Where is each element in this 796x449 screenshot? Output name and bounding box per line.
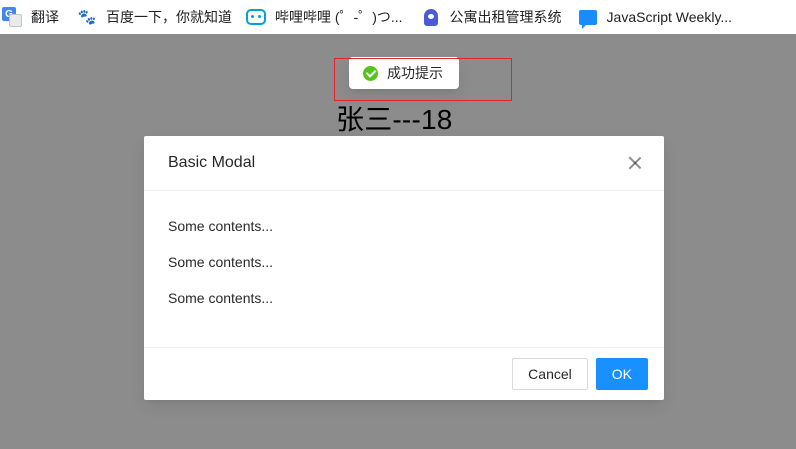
bookmark-javascript-weekly[interactable]: JavaScript Weekly... [578,3,741,31]
chat-bubble-icon [578,7,598,29]
close-icon[interactable] [624,152,646,174]
bookmark-baidu[interactable]: 🐾 百度一下，你就知道 [77,3,240,31]
bookmark-label: 翻译 [31,9,59,25]
bookmarks-bar: G 翻译 🐾 百度一下，你就知道 哔哩哔哩 (゜-゜)つ... 公寓出租管理系统… [0,0,796,34]
bookmark-label: 哔哩哔哩 (゜-゜)つ... [275,9,403,25]
rental-app-icon [421,7,441,27]
modal-body: Some contents... Some contents... Some c… [144,191,664,348]
modal-footer: Cancel OK [144,348,664,400]
bookmark-label: 百度一下，你就知道 [106,9,232,25]
modal-content-line: Some contents... [168,218,274,234]
modal-content-line: Some contents... [168,254,274,270]
cancel-button[interactable]: Cancel [512,358,588,390]
annotation-highlight-box [334,58,512,101]
baidu-paw-icon: 🐾 [77,9,97,26]
modal-content-line: Some contents... [168,290,274,306]
bookmark-rental-system[interactable]: 公寓出租管理系统 [421,3,570,31]
bilibili-tv-icon [246,7,266,27]
bookmark-label: 公寓出租管理系统 [449,9,562,25]
google-translate-icon: G [2,7,22,27]
modal-title: Basic Modal [168,154,256,171]
bookmark-label: JavaScript Weekly... [606,9,733,25]
bookmark-translate[interactable]: G 翻译 [2,3,67,31]
bookmark-bilibili[interactable]: 哔哩哔哩 (゜-゜)つ... [246,3,411,31]
modal-header: Basic Modal [144,136,664,191]
ok-button[interactable]: OK [595,358,648,390]
basic-modal: Basic Modal Some contents... Some conten… [144,136,664,400]
